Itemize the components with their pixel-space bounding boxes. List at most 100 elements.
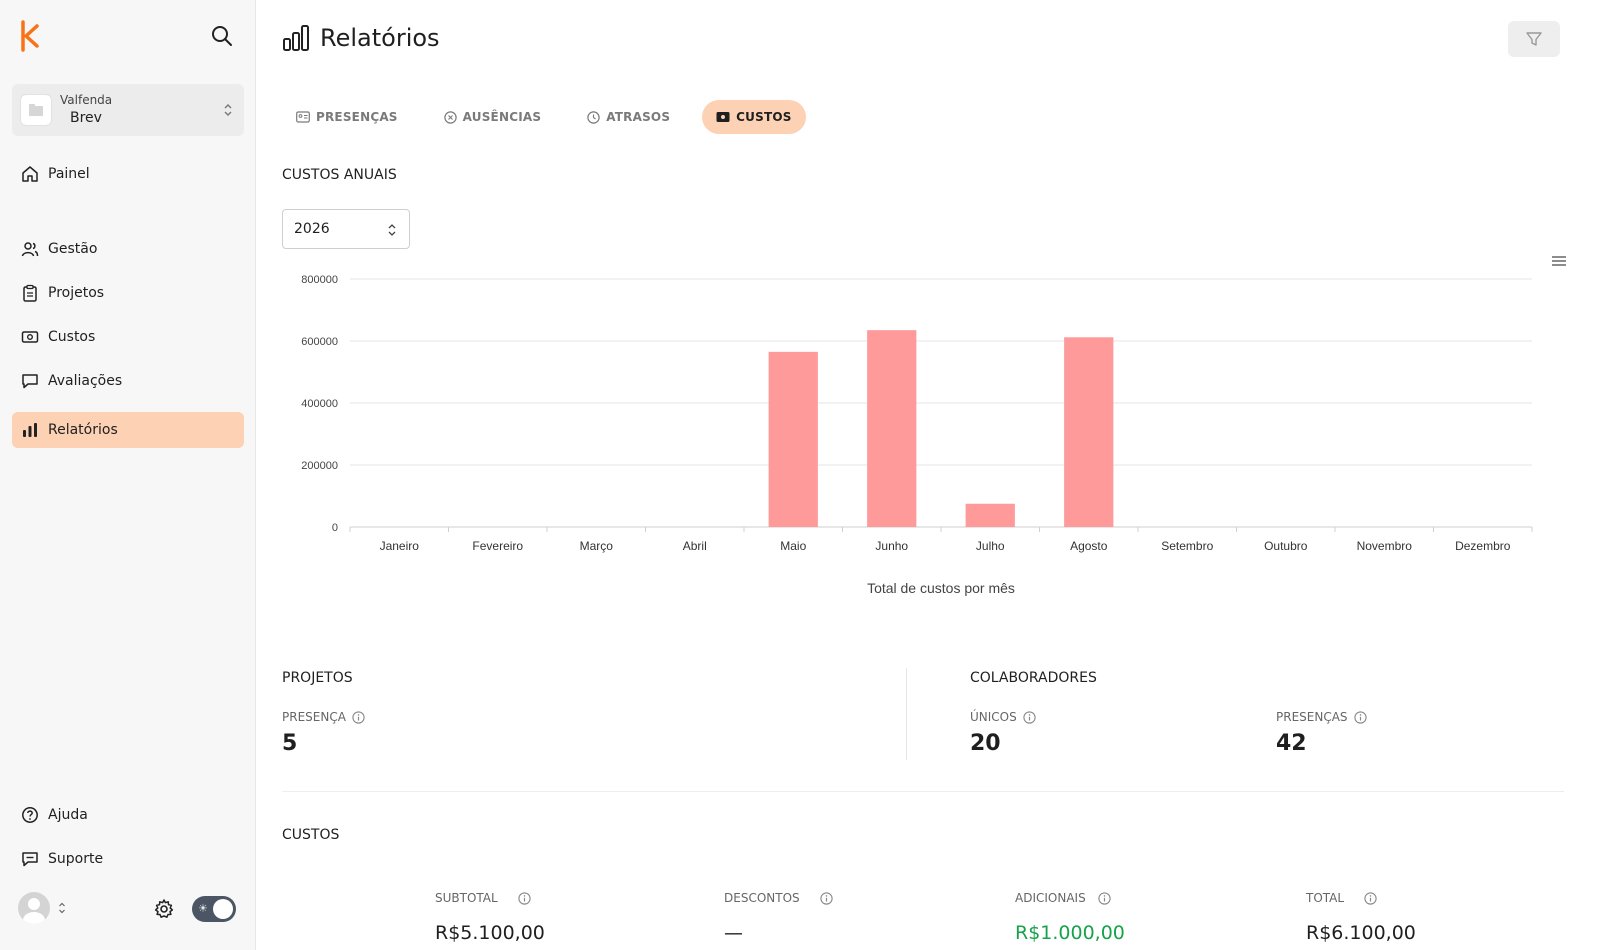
theme-toggle[interactable]: ☀: [192, 896, 236, 922]
annual-costs-title: CUSTOS ANUAIS: [282, 167, 397, 183]
y-tick-label: 600000: [301, 336, 338, 348]
x-axis-label: Total de custos por mês: [867, 580, 1015, 596]
sidebar-item-label: Ajuda: [48, 807, 88, 823]
tab-label: CUSTOS: [736, 110, 792, 124]
sidebar-item-gestao[interactable]: Gestão: [12, 231, 244, 267]
sidebar-item-avaliacoes[interactable]: Avaliações: [12, 363, 244, 399]
total-value: R$6.100,00: [1306, 922, 1416, 944]
x-tick-label: Junho: [875, 539, 908, 553]
costs-title: CUSTOS: [282, 827, 340, 843]
home-icon: [20, 164, 40, 184]
x-tick-label: Março: [580, 539, 614, 553]
projects-title: PROJETOS: [282, 670, 353, 686]
bar-chart-icon: [20, 420, 40, 440]
subtotal-value: R$5.100,00: [435, 922, 545, 944]
y-tick-label: 0: [332, 522, 338, 534]
y-tick-label: 200000: [301, 460, 338, 472]
collaborators-title: COLABORADORES: [970, 670, 1097, 686]
gear-icon[interactable]: [153, 898, 175, 920]
x-tick-label: Julho: [976, 539, 1005, 553]
tab-label: ATRASOS: [606, 110, 671, 124]
discounts-label: DESCONTOS: [724, 891, 833, 905]
x-tick-label: Maio: [780, 539, 806, 553]
x-tick-label: Janeiro: [380, 539, 420, 553]
stat-label-text: ÚNICOS: [970, 710, 1017, 724]
total-label: TOTAL: [1306, 891, 1377, 905]
bar: [965, 503, 1015, 527]
sidebar-item-suporte[interactable]: Suporte: [12, 841, 244, 877]
search-icon[interactable]: [210, 24, 234, 48]
chevron-up-down-icon: [59, 902, 65, 914]
bar: [1064, 337, 1114, 527]
sidebar-item-ajuda[interactable]: Ajuda: [12, 797, 244, 833]
sidebar-item-label: Avaliações: [48, 373, 123, 389]
cost-label-text: TOTAL: [1306, 891, 1345, 905]
x-tick-label: Outubro: [1264, 539, 1308, 553]
info-icon[interactable]: [518, 891, 531, 905]
info-icon[interactable]: [1023, 710, 1036, 724]
sidebar-item-label: Projetos: [48, 285, 105, 301]
year-select-value: 2026: [294, 221, 330, 237]
tab-label: AUSÊNCIAS: [462, 110, 542, 124]
sidebar-item-label: Relatórios: [48, 422, 118, 438]
chevron-up-down-icon: [224, 104, 232, 116]
toggle-knob: [213, 899, 233, 919]
clipboard-icon: [20, 283, 40, 303]
sidebar-item-label: Custos: [48, 329, 96, 345]
sidebar-item-projetos[interactable]: Projetos: [12, 275, 244, 311]
x-circle-icon: [443, 110, 457, 124]
section-divider: [282, 791, 1564, 792]
support-icon: [20, 849, 40, 869]
brand-logo-icon[interactable]: [18, 20, 42, 52]
x-tick-label: Dezembro: [1455, 539, 1511, 553]
users-icon: [20, 239, 40, 259]
tab-presencas[interactable]: PRESENÇAS: [282, 100, 412, 134]
money-icon: [716, 111, 730, 123]
chevron-up-down-icon: [388, 224, 396, 236]
organization-logo-icon: [20, 94, 52, 126]
sidebar-item-label: Gestão: [48, 241, 98, 257]
info-icon[interactable]: [352, 710, 365, 724]
x-tick-label: Novembro: [1357, 539, 1413, 553]
year-select[interactable]: 2026: [282, 209, 410, 249]
info-icon[interactable]: [1364, 891, 1377, 905]
organization-label: Valfenda: [60, 93, 113, 107]
sidebar-item-label: Painel: [48, 166, 90, 182]
report-tabs: PRESENÇAS AUSÊNCIAS ATRASOS CUSTOS: [282, 100, 824, 134]
clock-icon: [587, 110, 600, 124]
bar: [867, 330, 917, 527]
user-menu[interactable]: [18, 892, 67, 924]
avatar: [18, 892, 50, 924]
organization-name: Brev: [70, 110, 102, 126]
chat-icon: [20, 371, 40, 391]
sidebar: Valfenda Brev Painel Gestão Projetos Cus…: [0, 0, 256, 950]
info-icon[interactable]: [1353, 710, 1367, 724]
cost-label-text: DESCONTOS: [724, 891, 800, 905]
main-content: Relatórios PRESENÇAS AUSÊNCIAS ATRASOS C…: [256, 0, 1600, 950]
cost-label-text: ADICIONAIS: [1015, 891, 1086, 905]
bar-chart-icon: [283, 25, 309, 51]
collaborators-unique-value: 20: [970, 731, 1001, 756]
tab-atrasos[interactable]: ATRASOS: [573, 100, 684, 134]
tab-custos[interactable]: CUSTOS: [702, 100, 806, 134]
filter-button[interactable]: [1508, 21, 1560, 57]
sidebar-item-relatorios[interactable]: Relatórios: [12, 412, 244, 448]
page-title: Relatórios: [320, 24, 440, 52]
help-icon: [20, 805, 40, 825]
filter-icon: [1526, 32, 1542, 46]
organization-switcher[interactable]: Valfenda Brev: [12, 84, 244, 136]
sun-icon: ☀: [198, 902, 208, 915]
collaborators-unique-label: ÚNICOS: [970, 710, 1036, 724]
stat-label-text: PRESENÇA: [282, 710, 346, 724]
sidebar-item-custos[interactable]: Custos: [12, 319, 244, 355]
sidebar-item-label: Suporte: [48, 851, 104, 867]
tab-ausencias[interactable]: AUSÊNCIAS: [430, 100, 556, 134]
info-icon[interactable]: [819, 891, 833, 905]
info-icon[interactable]: [1098, 891, 1111, 905]
tab-label: PRESENÇAS: [316, 110, 398, 124]
id-card-icon: [296, 111, 310, 123]
x-tick-label: Abril: [683, 539, 707, 553]
sidebar-item-painel[interactable]: Painel: [12, 156, 244, 192]
collaborators-presences-value: 42: [1276, 731, 1307, 756]
additional-value: R$1.000,00: [1015, 922, 1125, 944]
